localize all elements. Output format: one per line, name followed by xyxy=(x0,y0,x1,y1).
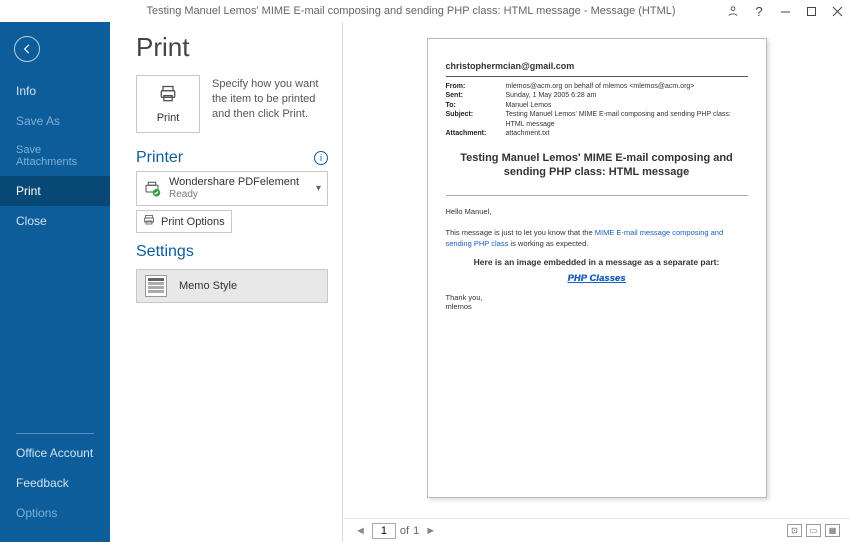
sidebar-item-feedback[interactable]: Feedback xyxy=(0,468,110,498)
sidebar-item-print[interactable]: Print xyxy=(0,176,110,206)
sidebar-item-save-attachments[interactable]: Save Attachments xyxy=(0,136,110,176)
sidebar-item-options[interactable]: Options xyxy=(0,498,110,528)
prev-page-button[interactable]: ◄ xyxy=(353,525,368,537)
preview-recipient: christophermcian@gmail.com xyxy=(446,61,748,71)
header-to-key: To: xyxy=(446,101,506,110)
header-sent-key: Sent: xyxy=(446,91,506,100)
window-titlebar: Testing Manuel Lemos' MIME E-mail compos… xyxy=(0,0,850,22)
actual-size-icon[interactable]: ⊡ xyxy=(787,524,802,537)
minimize-button[interactable] xyxy=(778,4,792,18)
print-preview-area: christophermcian@gmail.com From:mlemos@a… xyxy=(343,22,850,518)
print-description: Specify how you want the item to be prin… xyxy=(212,75,328,133)
sidebar-divider xyxy=(16,433,94,434)
preview-message-title: Testing Manuel Lemos' MIME E-mail compos… xyxy=(450,151,744,181)
preview-signature: mlemos xyxy=(446,302,472,311)
header-from-key: From: xyxy=(446,82,506,91)
header-to-value: Manuel Lemos xyxy=(506,101,748,110)
chevron-down-icon: ▾ xyxy=(316,183,321,194)
print-button-label: Print xyxy=(157,112,180,124)
multi-page-icon[interactable]: ▦ xyxy=(825,524,840,537)
header-subject-key: Subject: xyxy=(446,110,506,129)
print-options-icon xyxy=(143,214,155,229)
preview-thanks: Thank you, xyxy=(446,293,483,302)
preview-greeting: Hello Manuel, xyxy=(446,207,492,216)
window-title: Testing Manuel Lemos' MIME E-mail compos… xyxy=(96,5,726,17)
print-style-selector[interactable]: Memo Style xyxy=(136,269,328,303)
header-attachment-key: Attachment: xyxy=(446,129,506,138)
printer-ready-icon xyxy=(143,180,161,198)
printer-icon xyxy=(156,84,180,108)
help-icon[interactable]: ? xyxy=(752,4,766,18)
printer-heading: Printer xyxy=(136,149,183,167)
backstage-sidebar: Info Save As Save Attachments Print Clos… xyxy=(0,22,110,542)
print-controls-panel: Print Print Specify how you want the ite… xyxy=(110,22,342,542)
preview-divider xyxy=(446,76,748,77)
settings-heading: Settings xyxy=(136,243,194,261)
preview-body-post: is working as expected. xyxy=(508,239,588,248)
header-subject-value: Testing Manuel Lemos' MIME E-mail compos… xyxy=(506,110,748,129)
print-button[interactable]: Print xyxy=(136,75,200,133)
sidebar-item-office-account[interactable]: Office Account xyxy=(0,438,110,468)
page-number-input[interactable] xyxy=(372,523,396,539)
header-sent-value: Sunday, 1 May 2005 6:28 am xyxy=(506,91,748,100)
maximize-button[interactable] xyxy=(804,4,818,18)
close-button[interactable] xyxy=(830,4,844,18)
preview-pager: ◄ of 1 ► ⊡ ▭ ▦ xyxy=(343,518,850,542)
page-title: Print xyxy=(136,32,328,63)
memo-style-icon xyxy=(145,275,167,297)
header-attachment-value: attachment.txt xyxy=(506,129,748,138)
printer-status: Ready xyxy=(169,189,308,201)
print-options-label: Print Options xyxy=(161,216,225,228)
print-options-button[interactable]: Print Options xyxy=(136,210,232,233)
account-icon[interactable] xyxy=(726,4,740,18)
preview-body-divider xyxy=(446,195,748,196)
back-button[interactable] xyxy=(14,36,40,62)
preview-page: christophermcian@gmail.com From:mlemos@a… xyxy=(427,38,767,498)
preview-body-pre: This message is just to let you know tha… xyxy=(446,228,595,237)
sidebar-item-close[interactable]: Close xyxy=(0,206,110,236)
next-page-button[interactable]: ► xyxy=(423,525,438,537)
sidebar-item-info[interactable]: Info xyxy=(0,76,110,106)
printer-name: Wondershare PDFelement xyxy=(169,176,308,189)
preview-embedded-logo: PHP Classes xyxy=(446,273,748,283)
one-page-icon[interactable]: ▭ xyxy=(806,524,821,537)
pager-of-label: of xyxy=(400,525,409,537)
preview-subhead: Here is an image embedded in a message a… xyxy=(446,257,748,267)
printer-info-icon[interactable]: i xyxy=(314,151,328,165)
printer-selector[interactable]: Wondershare PDFelement Ready ▾ xyxy=(136,171,328,206)
pager-total: 1 xyxy=(413,525,419,537)
print-style-label: Memo Style xyxy=(179,280,237,292)
sidebar-item-save-as[interactable]: Save As xyxy=(0,106,110,136)
header-from-value: mlemos@acm.org on behalf of mlemos <mlem… xyxy=(506,82,748,91)
